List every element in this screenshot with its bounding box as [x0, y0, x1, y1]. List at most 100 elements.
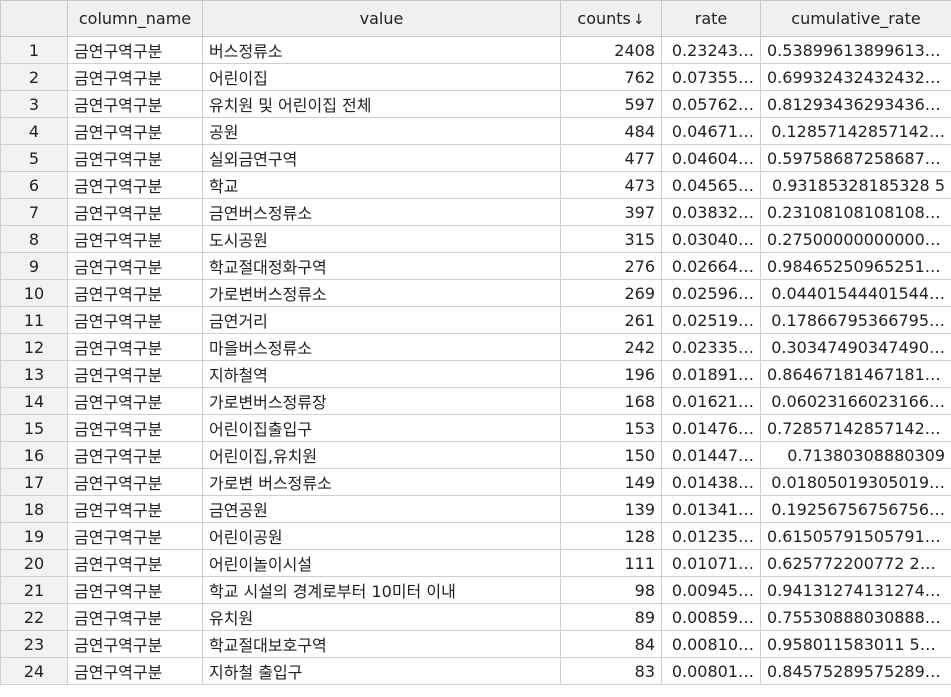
cell-rate[interactable]: 0.00810… — [661, 630, 761, 658]
column-header-cumulative-rate[interactable]: cumulative_rate — [760, 0, 951, 37]
cell-value[interactable]: 실외금연구역 — [202, 144, 561, 172]
row-index[interactable]: 10 — [0, 279, 68, 307]
cell-counts[interactable]: 269 — [560, 279, 662, 307]
cell-cumulative-rate[interactable]: 0.5975868725868737 — [760, 144, 951, 172]
cell-cumulative-rate[interactable]: 0.5389961389961391 — [760, 36, 951, 64]
cell-column-name[interactable]: 금연구역구분 — [67, 90, 203, 118]
cell-column-name[interactable]: 금연구역구분 — [67, 522, 203, 550]
cell-counts[interactable]: 276 — [560, 252, 662, 280]
cell-value[interactable]: 어린이공원 — [202, 522, 561, 550]
cell-value[interactable]: 유치원 — [202, 603, 561, 631]
row-index[interactable]: 22 — [0, 603, 68, 631]
cell-counts[interactable]: 315 — [560, 225, 662, 253]
cell-rate[interactable]: 0.00801… — [661, 657, 761, 685]
row-index[interactable]: 2 — [0, 63, 68, 91]
cell-value[interactable]: 지하철 출입구 — [202, 657, 561, 685]
cell-rate[interactable]: 0.02335… — [661, 333, 761, 361]
cell-counts[interactable]: 473 — [560, 171, 662, 199]
cell-value[interactable]: 가로변버스정류소 — [202, 279, 561, 307]
cell-column-name[interactable]: 금연구역구분 — [67, 279, 203, 307]
row-index[interactable]: 7 — [0, 198, 68, 226]
cell-cumulative-rate[interactable]: 0.06023166023166… — [760, 387, 951, 415]
cell-rate[interactable]: 0.01447… — [661, 441, 761, 469]
row-index[interactable]: 16 — [0, 441, 68, 469]
cell-rate[interactable]: 0.01621… — [661, 387, 761, 415]
column-header-value[interactable]: value — [202, 0, 561, 37]
cell-value[interactable]: 금연공원 — [202, 495, 561, 523]
table-row[interactable]: 8 금연구역구분 도시공원 315 0.03040… 0.2750000000000004 — [0, 225, 951, 253]
cell-value[interactable]: 버스정류소 — [202, 36, 561, 64]
row-index[interactable]: 3 — [0, 90, 68, 118]
row-index[interactable]: 11 — [0, 306, 68, 334]
cell-counts[interactable]: 139 — [560, 495, 662, 523]
cell-cumulative-rate[interactable]: 0.71380308880309 — [760, 441, 951, 469]
cell-rate[interactable]: 0.07355… — [661, 63, 761, 91]
row-index[interactable]: 17 — [0, 468, 68, 496]
row-index[interactable]: 23 — [0, 630, 68, 658]
cell-column-name[interactable]: 금연구역구분 — [67, 171, 203, 199]
cell-rate[interactable]: 0.04671… — [661, 117, 761, 145]
row-index[interactable]: 4 — [0, 117, 68, 145]
cell-counts[interactable]: 477 — [560, 144, 662, 172]
table-row[interactable]: 14 금연구역구분 가로변버스정류장 168 0.01621… 0.06023166023… — [0, 387, 951, 415]
cell-rate[interactable]: 0.03040… — [661, 225, 761, 253]
cell-rate[interactable]: 0.23243… — [661, 36, 761, 64]
cell-column-name[interactable]: 금연구역구분 — [67, 603, 203, 631]
cell-column-name[interactable]: 금연구역구분 — [67, 549, 203, 577]
cell-value[interactable]: 어린이놀이시설 — [202, 549, 561, 577]
cell-value[interactable]: 학교절대보호구역 — [202, 630, 561, 658]
cell-value[interactable]: 가로변버스정류장 — [202, 387, 561, 415]
cell-rate[interactable]: 0.01235… — [661, 522, 761, 550]
cell-column-name[interactable]: 금연구역구분 — [67, 414, 203, 442]
cell-column-name[interactable]: 금연구역구분 — [67, 252, 203, 280]
cell-column-name[interactable]: 금연구역구분 — [67, 333, 203, 361]
cell-rate[interactable]: 0.03832… — [661, 198, 761, 226]
cell-value[interactable]: 유치원 및 어린이집 전체 — [202, 90, 561, 118]
cell-column-name[interactable]: 금연구역구분 — [67, 630, 203, 658]
table-row[interactable]: 1 금연구역구분 버스정류소 2408 0.23243… 0.53899613899613… — [0, 36, 951, 64]
cell-counts[interactable]: 242 — [560, 333, 662, 361]
cell-column-name[interactable]: 금연구역구분 — [67, 306, 203, 334]
row-index[interactable]: 8 — [0, 225, 68, 253]
cell-value[interactable]: 학교 — [202, 171, 561, 199]
cell-cumulative-rate[interactable]: 0.93185328185328 5 — [760, 171, 951, 199]
cell-counts[interactable]: 484 — [560, 117, 662, 145]
table-row[interactable]: 24 금연구역구분 지하철 출입구 83 0.00801… 0.8457528957528… — [0, 657, 951, 685]
cell-value[interactable]: 지하철역 — [202, 360, 561, 388]
table-row[interactable]: 20 금연구역구분 어린이놀이시설 111 0.01071… 0.625772200772… — [0, 549, 951, 577]
cell-value[interactable]: 마을버스정류소 — [202, 333, 561, 361]
cell-rate[interactable]: 0.04565… — [661, 171, 761, 199]
row-index[interactable]: 20 — [0, 549, 68, 577]
table-row[interactable]: 10 금연구역구분 가로변버스정류소 269 0.02596… 0.04401544401… — [0, 279, 951, 307]
cell-rate[interactable]: 0.02596… — [661, 279, 761, 307]
cell-value[interactable]: 금연거리 — [202, 306, 561, 334]
cell-cumulative-rate[interactable]: 0.2310810810810812 — [760, 198, 951, 226]
cell-cumulative-rate[interactable]: 0.01805019305019… — [760, 468, 951, 496]
row-index[interactable]: 21 — [0, 576, 68, 604]
table-row[interactable]: 19 금연구역구분 어린이공원 128 0.01235… 0.61505791505791… — [0, 522, 951, 550]
cell-value[interactable]: 어린이집 — [202, 63, 561, 91]
cell-rate[interactable]: 0.02664… — [661, 252, 761, 280]
cell-counts[interactable]: 89 — [560, 603, 662, 631]
sort-descending-icon[interactable]: ↓ — [633, 12, 645, 28]
row-index[interactable]: 24 — [0, 657, 68, 685]
cell-value[interactable]: 도시공원 — [202, 225, 561, 253]
cell-cumulative-rate[interactable]: 0.9413127413127444 — [760, 576, 951, 604]
cell-column-name[interactable]: 금연구역구분 — [67, 198, 203, 226]
table-row[interactable]: 15 금연구역구분 어린이집출입구 153 0.01476… 0.728571428571… — [0, 414, 951, 442]
table-row[interactable]: 2 금연구역구분 어린이집 762 0.07355… 0.6993243243243255 — [0, 63, 951, 91]
cell-cumulative-rate[interactable]: 0.12857142857142… — [760, 117, 951, 145]
cell-cumulative-rate[interactable]: 0.2750000000000004 — [760, 225, 951, 253]
cell-cumulative-rate[interactable]: 0.04401544401544… — [760, 279, 951, 307]
cell-cumulative-rate[interactable]: 0.7553088803088828 — [760, 603, 951, 631]
cell-rate[interactable]: 0.01476… — [661, 414, 761, 442]
cell-value[interactable]: 학교절대정화구역 — [202, 252, 561, 280]
cell-cumulative-rate[interactable]: 0.8129343629343654 — [760, 90, 951, 118]
cell-counts[interactable]: 762 — [560, 63, 662, 91]
cell-value[interactable]: 가로변 버스정류소 — [202, 468, 561, 496]
cell-column-name[interactable]: 금연구역구분 — [67, 63, 203, 91]
table-row[interactable]: 22 금연구역구분 유치원 89 0.00859… 0.7553088803088828 — [0, 603, 951, 631]
row-index[interactable]: 19 — [0, 522, 68, 550]
cell-counts[interactable]: 98 — [560, 576, 662, 604]
cell-column-name[interactable]: 금연구역구분 — [67, 144, 203, 172]
